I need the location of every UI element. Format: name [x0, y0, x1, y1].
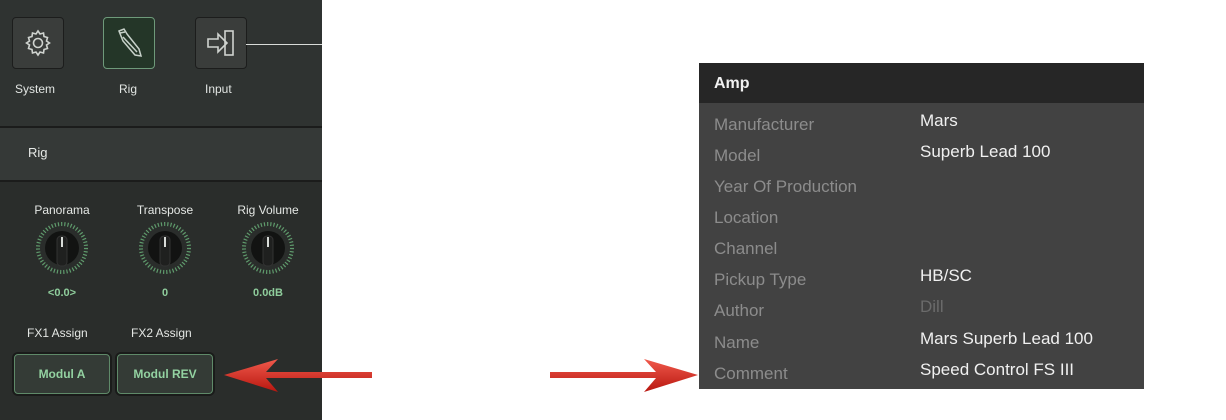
gear-icon: [25, 29, 51, 57]
amp-row-pickup-type: Pickup Type HB/SC: [699, 264, 1144, 295]
field-label: Year Of Production: [714, 177, 858, 196]
input-arrow-icon: [207, 30, 234, 56]
field-label: Model: [714, 146, 761, 165]
arrow-left-icon: [224, 359, 372, 392]
amp-row-name: Name Mars Superb Lead 100: [699, 327, 1144, 358]
system-button[interactable]: [12, 17, 64, 69]
rig-label: Rig: [119, 82, 138, 96]
field-value[interactable]: Speed Control FS III: [920, 360, 1074, 380]
field-value[interactable]: Superb Lead 100: [920, 142, 1050, 162]
field-label: Location: [714, 208, 779, 227]
section-bar: [0, 128, 322, 180]
field-value[interactable]: HB/SC: [920, 266, 972, 286]
input-button[interactable]: [195, 17, 247, 69]
amp-info-panel: Amp Manufacturer Mars Model Superb Lead …: [699, 63, 1144, 389]
amp-row-model: Model Superb Lead 100: [699, 140, 1144, 171]
guitar-neck-icon: [118, 28, 143, 57]
rig-volume-knob[interactable]: [242, 222, 294, 274]
amp-row-channel: Channel: [699, 233, 1144, 264]
transpose-label: Transpose: [136, 203, 194, 217]
amp-row-manufacturer: Manufacturer Mars: [699, 109, 1144, 140]
field-label: Comment: [714, 364, 788, 383]
amp-row-comment: Comment Speed Control FS III: [699, 358, 1144, 389]
rig-volume-value: 0.0dB: [253, 287, 283, 299]
panorama-value: <0.0>: [47, 287, 77, 299]
panorama-knob[interactable]: [36, 222, 88, 274]
system-label: System: [15, 82, 56, 96]
fx1-assign-label: FX1 Assign: [27, 326, 88, 340]
fx1-assign-button[interactable]: Modul A: [14, 354, 110, 394]
amp-header: Amp: [699, 63, 1144, 103]
field-value[interactable]: Mars: [920, 111, 958, 131]
amp-title: Amp: [714, 75, 750, 92]
section-title: Rig: [28, 145, 48, 160]
transpose-knob[interactable]: [139, 222, 191, 274]
field-label: Author: [714, 301, 765, 320]
divider: [0, 180, 322, 182]
field-value[interactable]: Mars Superb Lead 100: [920, 329, 1093, 349]
field-value[interactable]: Dill: [920, 297, 944, 317]
fx2-assign-label: FX2 Assign: [131, 326, 192, 340]
amp-row-author: Author Dill: [699, 295, 1144, 326]
arrow-right-icon: [550, 359, 698, 392]
rig-button[interactable]: [103, 17, 155, 69]
field-label: Pickup Type: [714, 270, 807, 289]
amp-row-location: Location: [699, 202, 1144, 233]
toolbar: System Rig Input: [0, 0, 322, 126]
signal-line: [246, 44, 322, 45]
field-label: Channel: [714, 239, 778, 258]
rig-volume-label: Rig Volume: [237, 203, 299, 217]
field-label: Name: [714, 333, 760, 352]
fx2-assign-button[interactable]: Modul REV: [117, 354, 213, 394]
panorama-label: Panorama: [34, 203, 90, 217]
input-label: Input: [205, 82, 232, 96]
transpose-value: 0: [161, 287, 169, 299]
amp-row-year: Year Of Production: [699, 171, 1144, 202]
field-label: Manufacturer: [714, 115, 815, 134]
